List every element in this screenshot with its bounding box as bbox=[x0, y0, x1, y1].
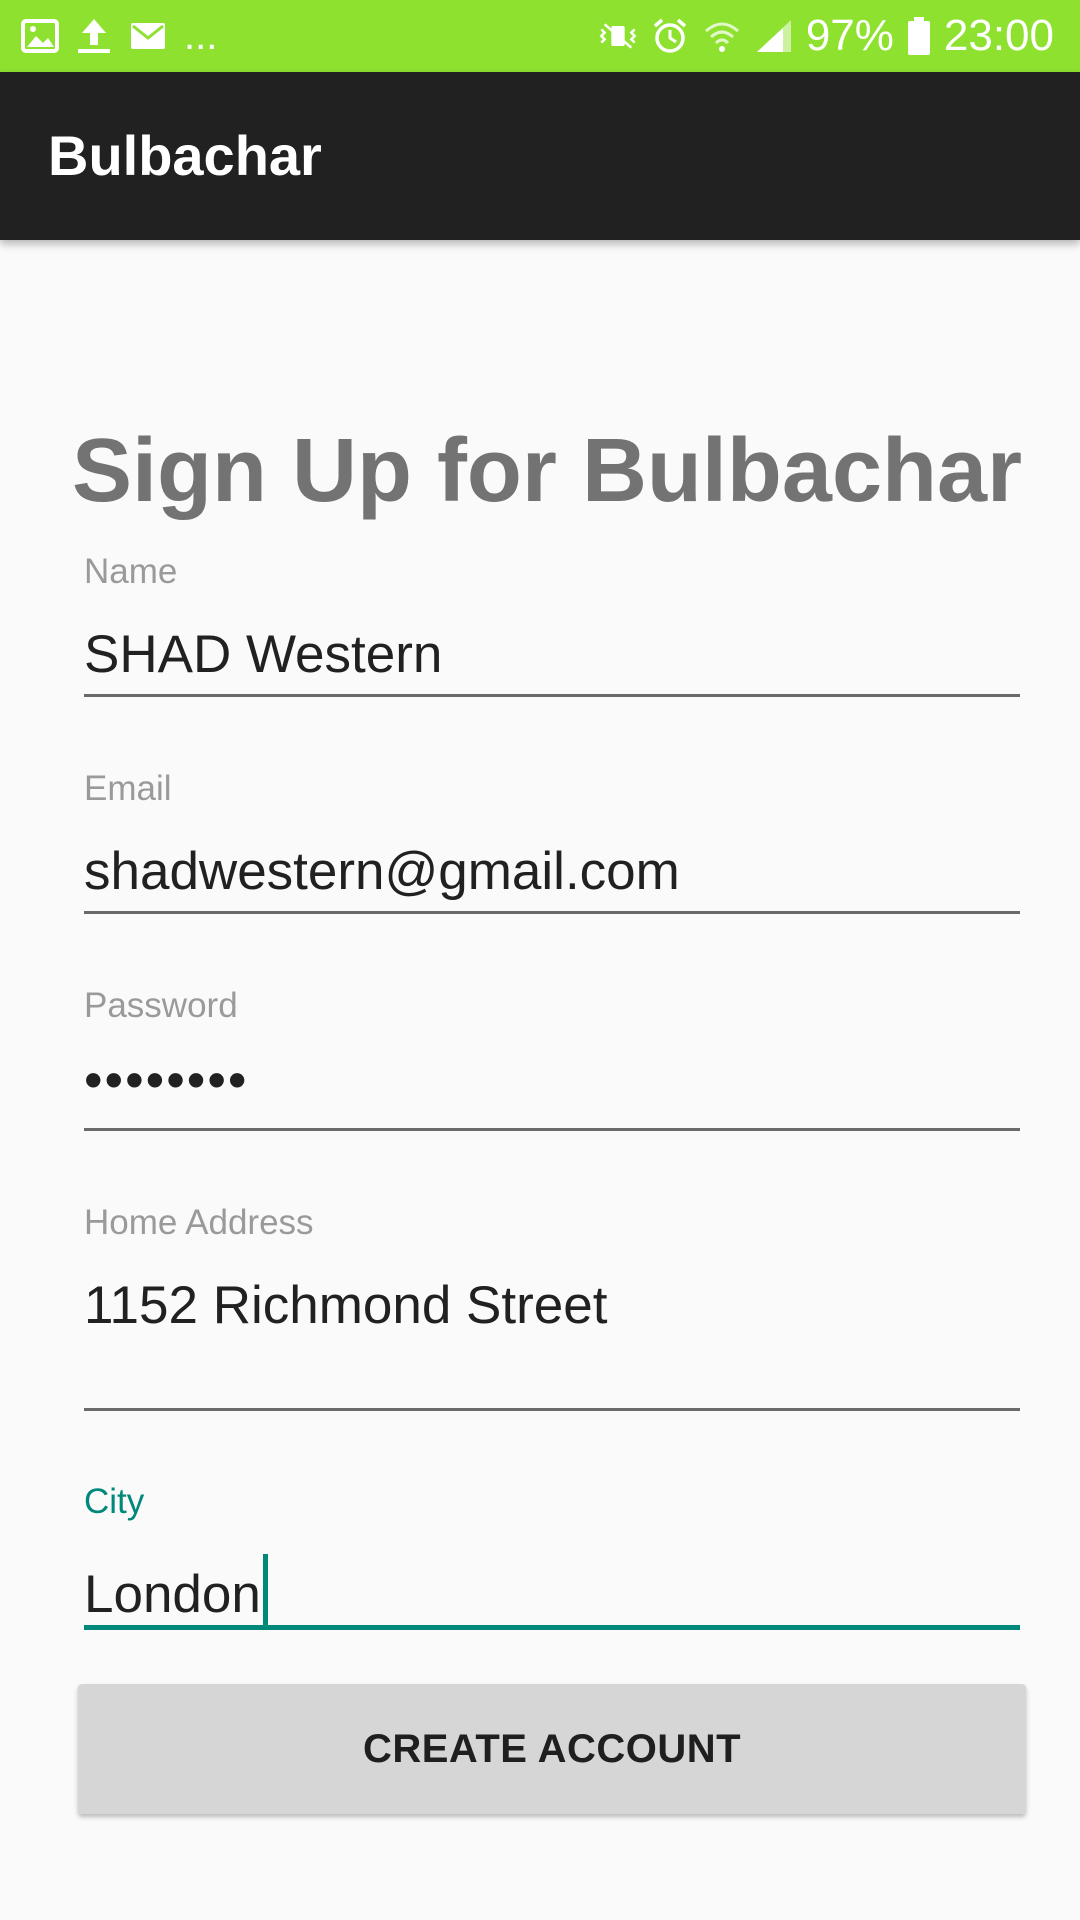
password-underline bbox=[84, 1128, 1020, 1131]
address-input[interactable]: 1152 Richmond Street bbox=[84, 1275, 1020, 1336]
city-field[interactable]: City London bbox=[84, 1482, 1020, 1634]
city-input-text: London bbox=[84, 1565, 261, 1624]
password-field[interactable]: Password •••••••• bbox=[84, 986, 1020, 1134]
name-input[interactable]: SHAD Western bbox=[84, 624, 1020, 685]
email-label: Email bbox=[84, 769, 172, 808]
app-title: Bulbachar bbox=[48, 124, 322, 187]
battery-icon bbox=[906, 16, 932, 56]
clock: 23:00 bbox=[943, 11, 1054, 60]
alarm-icon bbox=[650, 16, 690, 56]
address-label: Home Address bbox=[84, 1203, 314, 1242]
city-label: City bbox=[84, 1482, 145, 1521]
battery-percentage: 97% bbox=[805, 11, 894, 60]
gallery-icon bbox=[20, 16, 60, 56]
address-underline bbox=[84, 1408, 1020, 1411]
name-label: Name bbox=[84, 552, 178, 591]
signal-icon bbox=[754, 16, 794, 56]
password-label: Password bbox=[84, 986, 238, 1025]
vibrate-mute-icon bbox=[598, 16, 638, 56]
upload-icon bbox=[74, 16, 114, 56]
wifi-icon bbox=[702, 16, 742, 56]
app-bar: Bulbachar bbox=[0, 72, 1080, 240]
email-input[interactable]: shadwestern@gmail.com bbox=[84, 841, 1020, 902]
status-bar-system: 97% 23:00 bbox=[598, 0, 1054, 72]
city-underline bbox=[84, 1625, 1020, 1630]
password-input[interactable]: •••••••• bbox=[84, 1050, 1020, 1111]
name-field[interactable]: Name SHAD Western bbox=[84, 552, 1020, 700]
email-field[interactable]: Email shadwestern@gmail.com bbox=[84, 769, 1020, 917]
city-input[interactable]: London bbox=[84, 1554, 1020, 1626]
create-account-button[interactable]: CREATE ACCOUNT bbox=[78, 1684, 1026, 1814]
overflow-indicator: ... bbox=[184, 14, 218, 58]
name-underline bbox=[84, 694, 1020, 697]
status-bar-notifications: ... bbox=[20, 0, 217, 72]
email-underline bbox=[84, 911, 1020, 914]
address-field[interactable]: Home Address 1152 Richmond Street bbox=[84, 1203, 1020, 1413]
text-cursor bbox=[262, 1554, 268, 1626]
status-bar: ... 97% 23:00 bbox=[0, 0, 1080, 72]
page-title: Sign Up for Bulbachar bbox=[72, 421, 1023, 521]
mail-icon bbox=[128, 16, 168, 56]
